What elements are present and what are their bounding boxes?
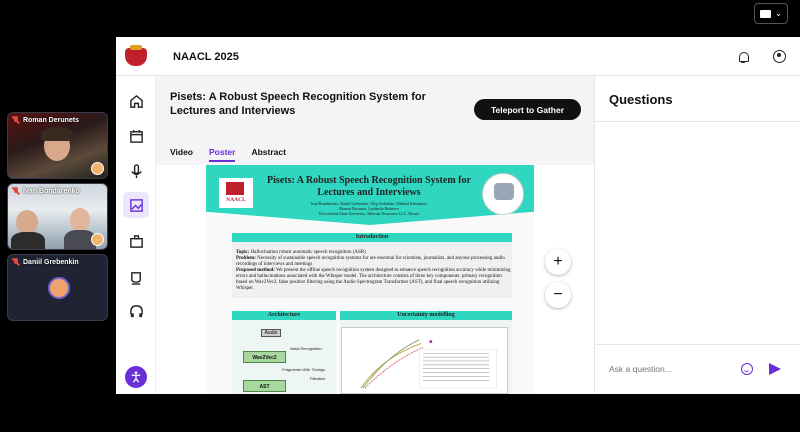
participant-label: Ivan Bondarenko [12,187,80,195]
mic-muted-icon [12,187,20,195]
teleport-button[interactable]: Teleport to Gather [474,99,581,120]
calendar-icon[interactable] [123,123,149,149]
question-input[interactable] [609,364,729,374]
ast-block: AST [243,380,286,392]
poster-viewer[interactable]: NAACL Pisets: A Robust Speech Recognitio… [156,165,594,394]
robot-logo [482,173,524,215]
conference-logo[interactable] [125,45,147,67]
uncertainty-plot [341,327,508,394]
tab-poster[interactable]: Poster [209,147,236,162]
question-composer [595,344,800,394]
poster-authors: Ivan Bondarenko, Daniil Grebenkin, Oleg … [310,201,428,216]
microphone-icon[interactable] [123,158,149,184]
avatar [91,233,104,246]
header: NAACL 2025 [116,37,800,76]
poster-icon[interactable] [123,192,149,218]
participant-tile[interactable]: Daniil Grebenkin [7,254,108,321]
uncertainty-heading: Uncertainty modelling [340,311,512,320]
intro-heading: Introduction [232,233,512,242]
participant-video [70,208,90,232]
intro-text: Topic: Hallucination robust automatic sp… [236,250,511,291]
naacl-logo: NAACL [219,178,253,208]
participant-tile[interactable]: Ivan Bondarenko [7,183,108,250]
home-icon[interactable] [123,88,149,114]
conference-name: NAACL 2025 [173,51,239,63]
tab-video[interactable]: Video [170,147,193,162]
participant-video [16,210,38,234]
participant-label: Roman Derunets [12,116,79,124]
participant-label: Daniil Grebenkin [12,258,79,266]
avatar [91,162,104,175]
filtration-label: Filtration [310,376,326,381]
main-content: Pisets: A Robust Speech Recognition Syst… [156,76,594,394]
initial-label: Initial Recognition [290,346,322,351]
poster-image: NAACL Pisets: A Robust Speech Recognitio… [206,165,534,394]
screen: ⌄ Roman Derunets Ivan Bondarenko Daniil … [0,0,800,432]
avatar [48,277,70,299]
paper-title: Pisets: A Robust Speech Recognition Syst… [170,91,426,117]
participant-name: Daniil Grebenkin [23,258,79,266]
bell-icon[interactable] [737,51,749,63]
accessibility-icon[interactable] [125,366,147,388]
zoom-out-button[interactable]: − [545,282,571,308]
wav2vec-block: Wav2Vec2 [243,351,286,363]
tab-abstract[interactable]: Abstract [251,147,285,162]
chevron-down-icon: ⌄ [774,8,783,18]
participant-video-hair [41,127,73,141]
participant-name: Ivan Bondarenko [23,187,80,195]
participant-name: Roman Derunets [23,116,80,124]
briefcase-icon[interactable] [123,228,149,254]
divider [595,121,800,122]
view-toggle[interactable]: ⌄ [754,3,788,24]
participant-video-body [11,232,45,249]
app-window: NAACL 2025 Pisets: A Robust Speech Recog… [116,37,800,394]
participant-tile[interactable]: Roman Derunets [7,112,108,179]
poster-title: Pisets: A Robust Speech Recognition Syst… [267,175,471,198]
architecture-heading: Architecture [232,311,336,320]
emoji-icon[interactable] [741,363,753,375]
mic-muted-icon [12,258,20,266]
coffee-icon[interactable] [123,264,149,290]
questions-title: Questions [609,92,673,107]
sidebar [116,76,156,394]
headphones-icon[interactable] [123,298,149,324]
screen-icon [759,9,771,18]
audio-block: Audio [261,329,281,337]
questions-panel: Questions [594,76,800,394]
mic-muted-icon [12,116,20,124]
fragments-label: Fragments With Timings [282,367,326,372]
content-tabs: Video Poster Abstract [170,147,302,162]
user-icon[interactable] [773,50,786,63]
zoom-in-button[interactable]: + [545,249,571,275]
send-icon[interactable] [769,363,781,375]
